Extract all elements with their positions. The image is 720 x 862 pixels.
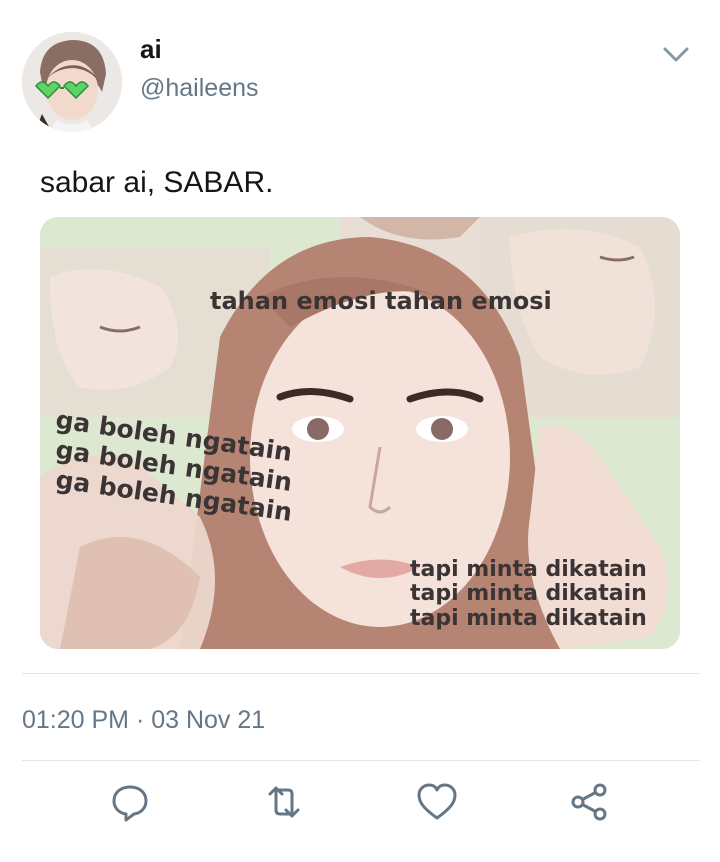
- user-handle[interactable]: @haileens: [140, 74, 259, 103]
- tweet-media[interactable]: tahan emosi tahan emosi ga boleh ngatain…: [40, 217, 680, 649]
- avatar[interactable]: [22, 32, 122, 132]
- chevron-down-icon[interactable]: [660, 40, 692, 68]
- reply-button[interactable]: [106, 778, 154, 826]
- caption-right-line: tapi minta dikatain: [410, 606, 647, 631]
- caption-right-line: tapi minta dikatain: [410, 581, 647, 606]
- avatar-image: [22, 32, 122, 132]
- reply-icon: [112, 785, 148, 822]
- tweet-text: sabar ai, SABAR.: [40, 166, 274, 199]
- retweet-button[interactable]: [260, 778, 308, 826]
- divider: [22, 673, 700, 674]
- like-icon: [417, 783, 457, 820]
- divider: [22, 760, 700, 761]
- caption-top: tahan emosi tahan emosi: [210, 287, 552, 315]
- caption-right-line: tapi minta dikatain: [410, 557, 647, 582]
- share-button[interactable]: [566, 778, 614, 826]
- retweet-icon: [268, 786, 300, 818]
- display-name[interactable]: ai: [140, 34, 162, 65]
- tweet-timestamp[interactable]: 01:20 PM · 03 Nov 21: [22, 706, 265, 735]
- share-icon: [571, 783, 607, 821]
- like-button[interactable]: [413, 778, 461, 826]
